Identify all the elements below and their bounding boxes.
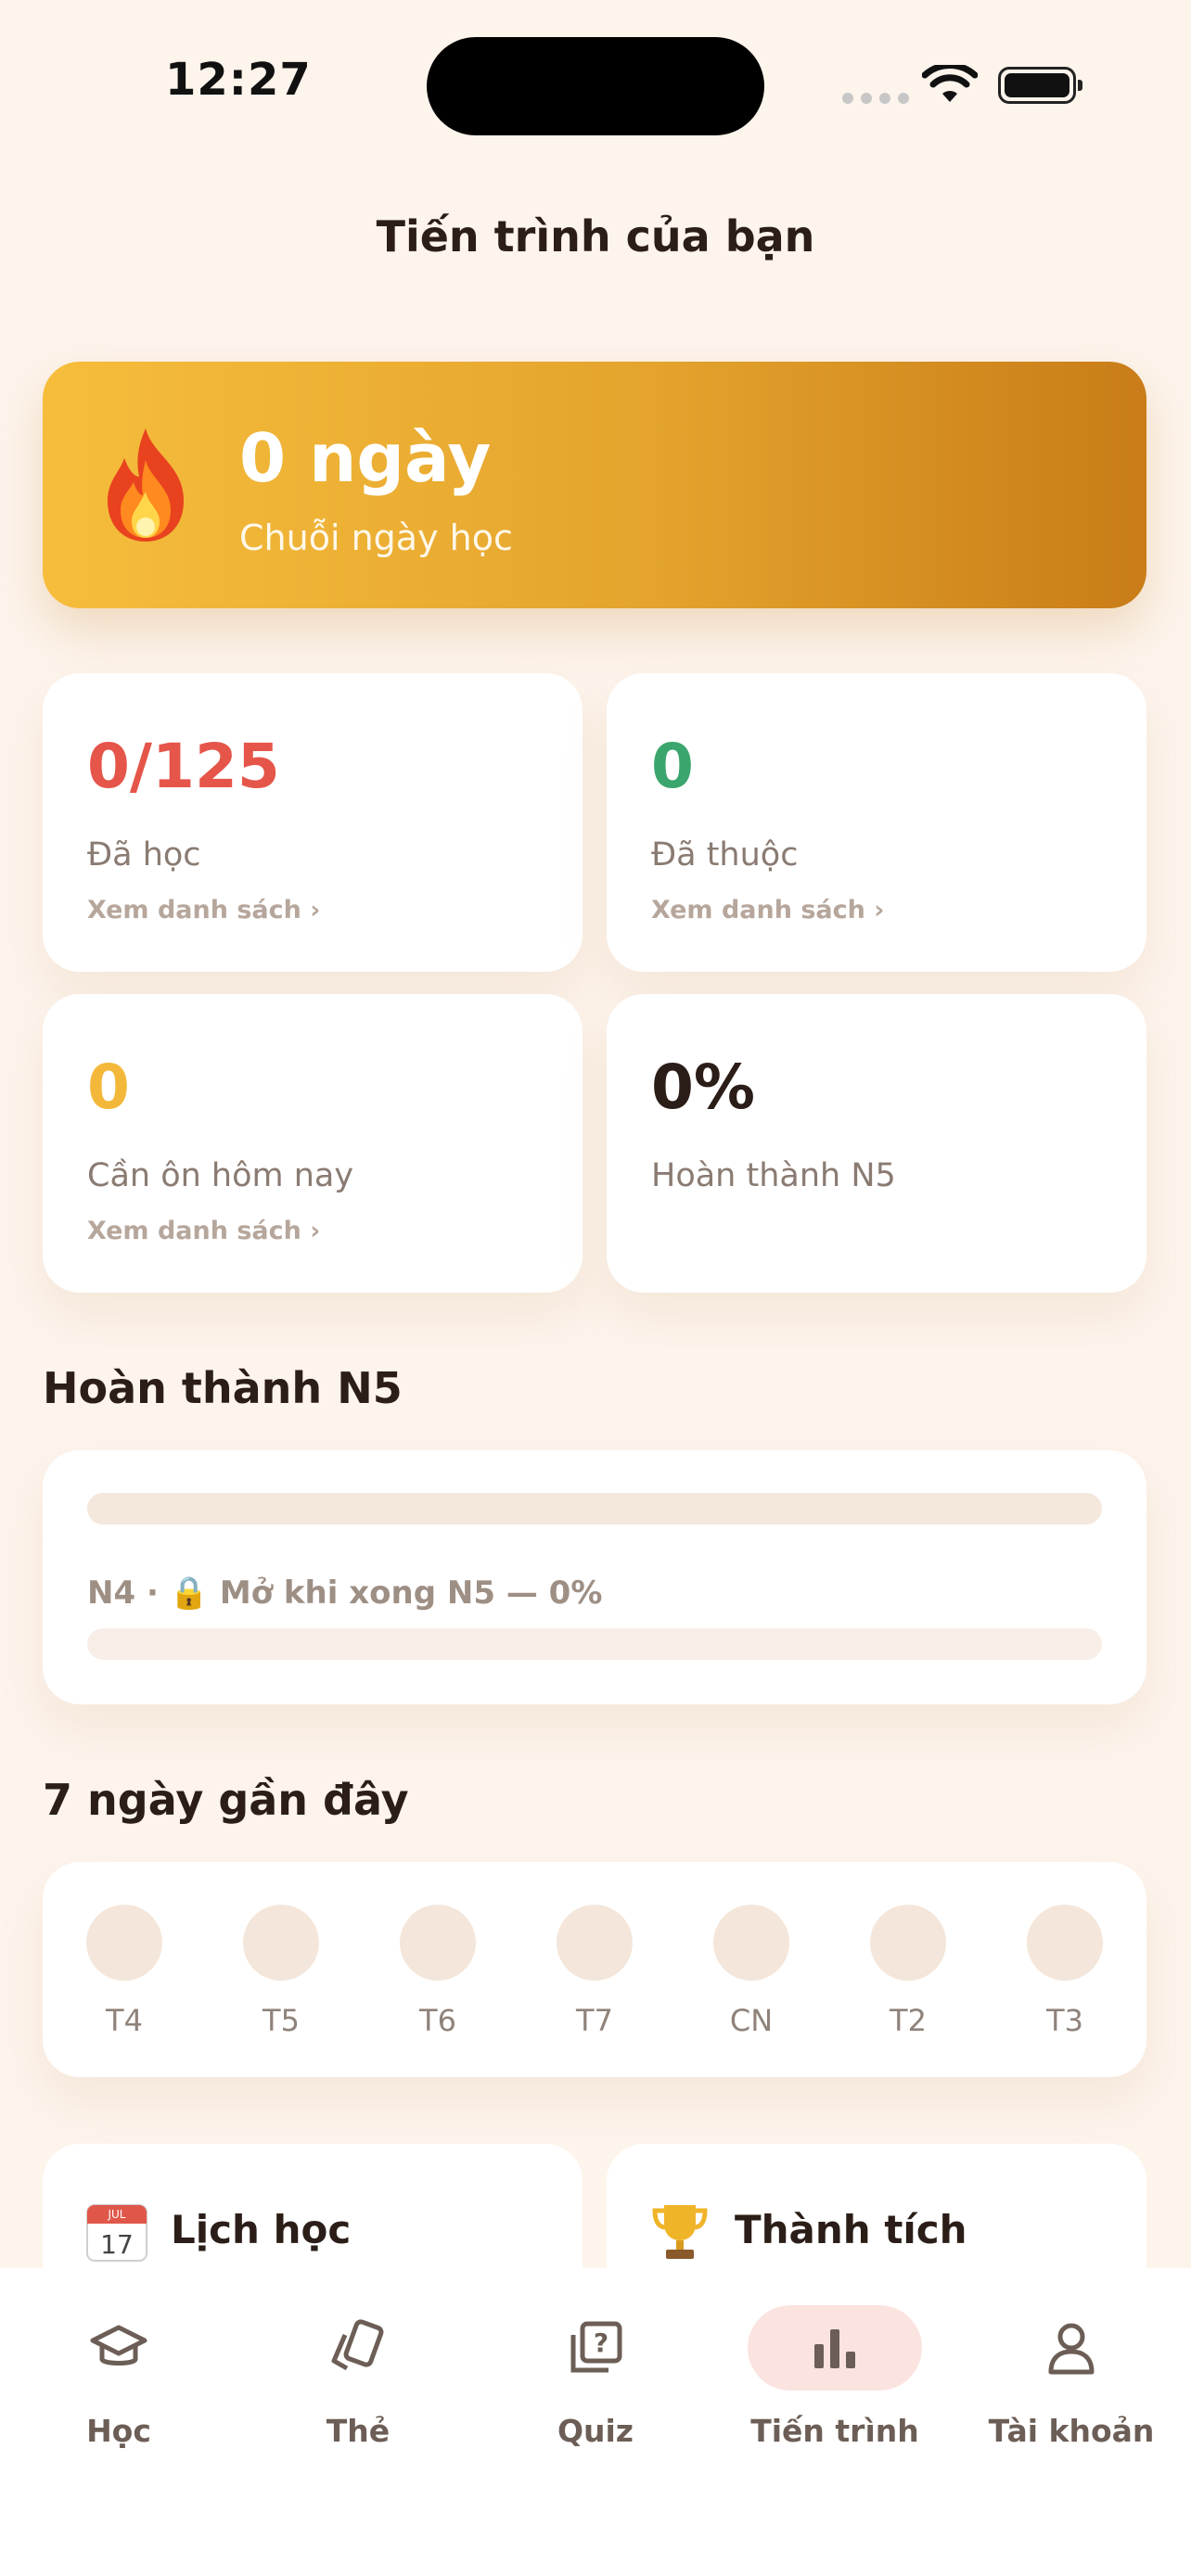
learned-label: Đã học	[87, 836, 201, 874]
day-item: T6	[399, 1905, 477, 2038]
tab-label: Tài khoản	[988, 2413, 1155, 2449]
active-tab-indicator	[748, 2305, 922, 2391]
tab-the[interactable]: Thẻ	[251, 2305, 465, 2449]
n4-locked-text: N4 · 🔒 Mở khi xong N5 — 0%	[87, 1575, 603, 1612]
mastered-view-list-link[interactable]: Xem danh sách ›	[651, 896, 884, 925]
learned-stat-card[interactable]: 0/125 Đã học Xem danh sách ›	[43, 673, 583, 972]
day-item: T3	[1026, 1905, 1104, 2038]
mastered-value: 0	[651, 731, 694, 802]
status-bar: 12:27	[0, 0, 1191, 148]
bar-chart-icon	[814, 2329, 855, 2368]
tab-label: Thẻ	[326, 2413, 391, 2449]
tab-quiz[interactable]: ? Quiz	[489, 2305, 702, 2449]
day-label: T4	[106, 2003, 143, 2038]
day-item: CN	[712, 1905, 790, 2038]
learned-value: 0/125	[87, 731, 280, 802]
tab-tien-trinh[interactable]: Tiến trình	[728, 2305, 941, 2449]
review-today-value: 0	[87, 1052, 130, 1123]
trophy-icon	[652, 2205, 708, 2259]
day-dot	[713, 1905, 789, 1981]
tab-hoc[interactable]: Học	[12, 2305, 225, 2449]
calendar-icon: JUL 17	[86, 2204, 147, 2262]
svg-text:17: 17	[100, 2229, 134, 2260]
wifi-icon	[922, 65, 978, 102]
day-item: T4	[85, 1905, 163, 2038]
cards-icon	[331, 2319, 384, 2371]
level-progress-card: N4 · 🔒 Mở khi xong N5 — 0%	[43, 1450, 1146, 1704]
day-label: T3	[1046, 2003, 1083, 2038]
streak-value: 0 ngày	[239, 419, 492, 497]
day-item: T5	[242, 1905, 320, 2038]
day-dot	[870, 1905, 946, 1981]
day-item: T7	[556, 1905, 634, 2038]
quiz-icon: ?	[570, 2321, 622, 2373]
tab-tai-khoan[interactable]: Tài khoản	[965, 2305, 1178, 2449]
tab-label: Học	[86, 2413, 151, 2449]
day-dot	[86, 1905, 162, 1981]
battery-icon	[998, 67, 1082, 104]
day-dot	[243, 1905, 319, 1981]
day-dot	[1027, 1905, 1103, 1981]
user-icon	[1048, 2323, 1095, 2375]
n4-progress-bar	[87, 1628, 1102, 1660]
completion-label: Hoàn thành N5	[651, 1157, 896, 1194]
day-label: T6	[419, 2003, 456, 2038]
completion-value: 0%	[651, 1052, 756, 1123]
bottom-tab-bar: Học Thẻ ? Quiz Tiến trình Tài khoản	[0, 2268, 1191, 2576]
review-view-list-link[interactable]: Xem danh sách ›	[87, 1217, 320, 1245]
page-title: Tiến trình của bạn	[376, 211, 815, 261]
mastered-label: Đã thuộc	[651, 836, 799, 874]
streak-label: Chuỗi ngày học	[239, 517, 513, 558]
day-dot	[557, 1905, 633, 1981]
status-time: 12:27	[165, 54, 312, 106]
day-item: T2	[869, 1905, 947, 2038]
svg-text:JUL: JUL	[107, 2208, 125, 2221]
day-label: CN	[729, 2003, 774, 2038]
dynamic-island	[427, 37, 764, 135]
review-today-stat-card[interactable]: 0 Cần ôn hôm nay Xem danh sách ›	[43, 994, 583, 1293]
achievements-card-title: Thành tích	[735, 2207, 967, 2252]
review-today-label: Cần ôn hôm nay	[87, 1157, 354, 1194]
level-section-title: Hoàn thành N5	[43, 1363, 403, 1413]
graduation-cap-icon	[90, 2325, 147, 2366]
tab-label: Quiz	[557, 2413, 634, 2449]
day-label: T7	[576, 2003, 613, 2038]
n5-progress-bar	[87, 1493, 1102, 1524]
day-label: T2	[890, 2003, 927, 2038]
cellular-signal-icon	[842, 93, 909, 104]
streak-card: 0 ngày Chuỗi ngày học	[43, 362, 1146, 608]
day-label: T5	[263, 2003, 300, 2038]
week-activity-card: T4 T5 T6 T7 CN T2 T3	[43, 1862, 1146, 2077]
completion-stat-card: 0% Hoàn thành N5	[607, 994, 1146, 1293]
mastered-stat-card[interactable]: 0 Đã thuộc Xem danh sách ›	[607, 673, 1146, 972]
learned-view-list-link[interactable]: Xem danh sách ›	[87, 896, 320, 925]
svg-text:?: ?	[594, 2327, 608, 2358]
week-section-title: 7 ngày gần đây	[43, 1775, 409, 1825]
schedule-card-title: Lịch học	[171, 2207, 352, 2252]
tab-label: Tiến trình	[750, 2413, 919, 2449]
day-dot	[400, 1905, 476, 1981]
fire-icon	[108, 428, 184, 542]
